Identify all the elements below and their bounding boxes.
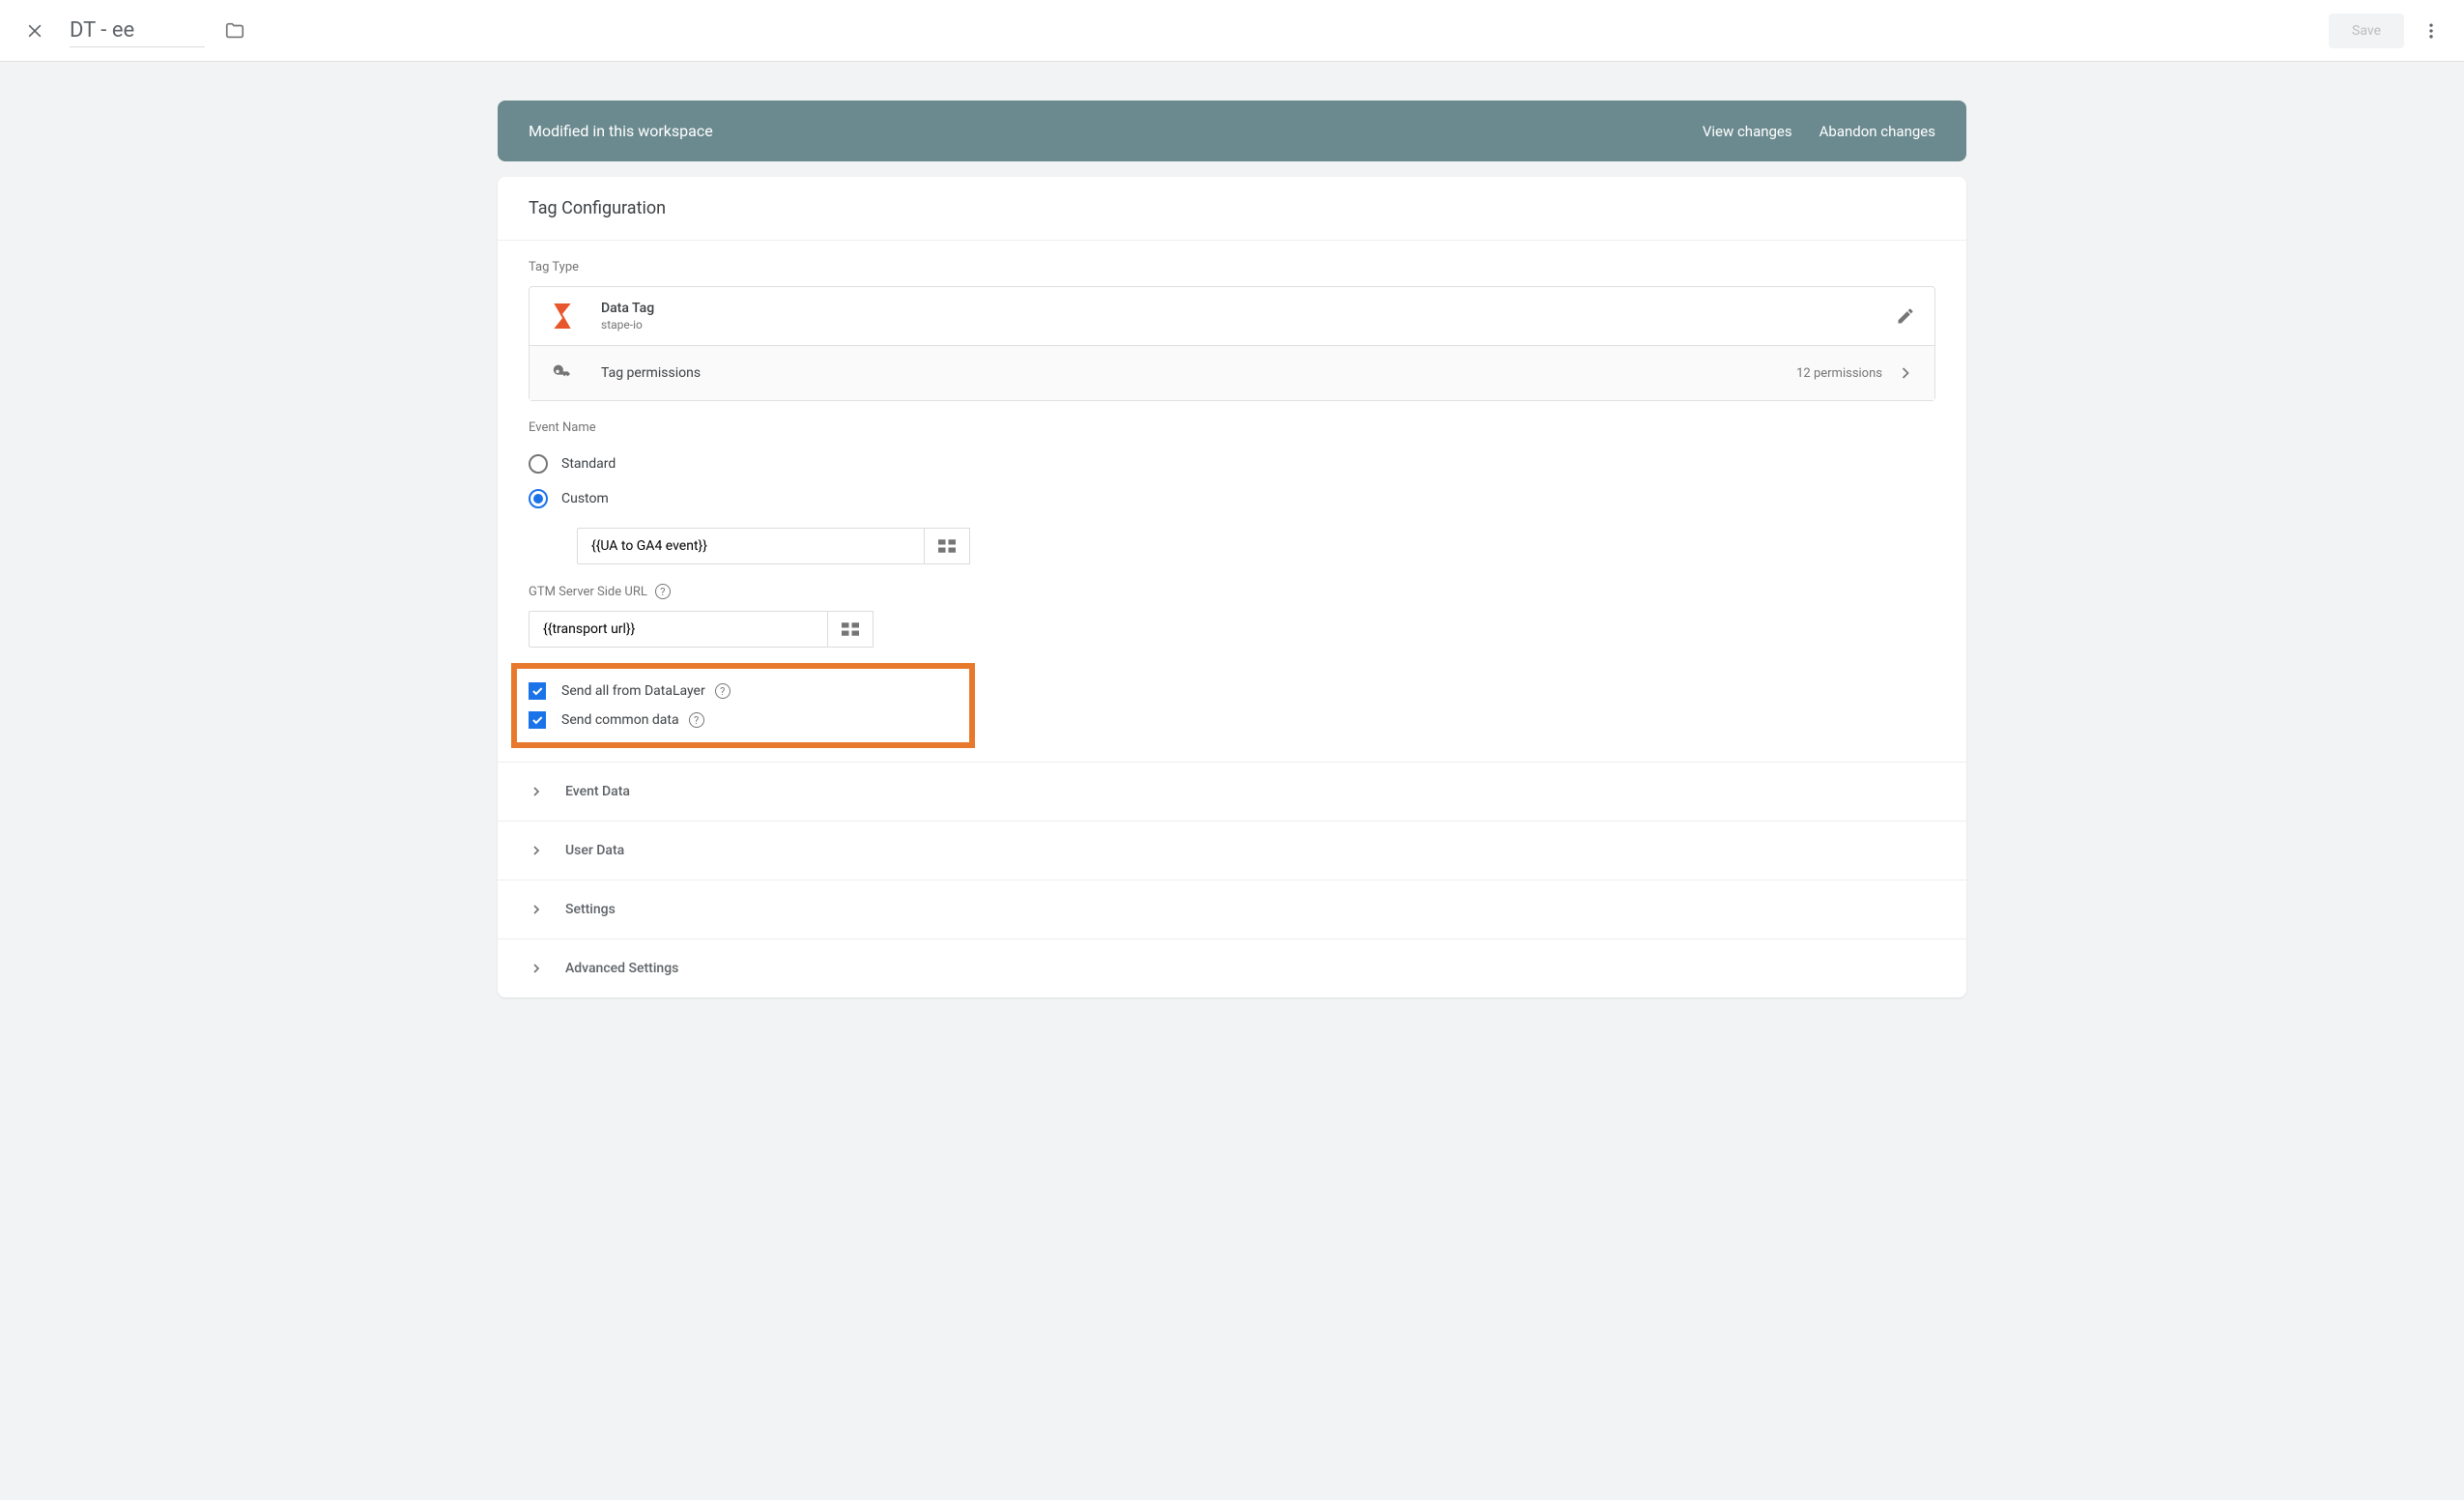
expand-label: Event Data [565, 784, 630, 799]
expand-label: Settings [565, 902, 616, 917]
expand-label: User Data [565, 843, 624, 858]
expand-label: Advanced Settings [565, 961, 678, 976]
tag-permissions-row[interactable]: Tag permissions 12 permissions [530, 345, 1934, 400]
variable-picker-icon[interactable] [828, 611, 874, 648]
abandon-changes-link[interactable]: Abandon changes [1819, 123, 1935, 140]
checkbox-input[interactable] [529, 682, 546, 700]
tag-publisher: stape-io [601, 318, 654, 332]
checkbox-label: Send all from DataLayer [561, 683, 705, 699]
help-icon[interactable]: ? [689, 712, 704, 728]
permissions-count: 12 permissions [1796, 366, 1882, 381]
expand-advanced-settings[interactable]: Advanced Settings [498, 938, 1966, 997]
chevron-right-icon [529, 843, 544, 858]
permissions-label: Tag permissions [601, 365, 701, 381]
tag-name-input[interactable] [70, 14, 205, 47]
banner-message: Modified in this workspace [529, 122, 1676, 140]
variable-picker-icon[interactable] [925, 528, 970, 564]
save-button[interactable]: Save [2329, 14, 2404, 48]
checkbox-input[interactable] [529, 711, 546, 729]
custom-event-input[interactable] [577, 528, 925, 564]
app-header: Save [0, 0, 2464, 62]
chevron-right-icon [529, 784, 544, 799]
radio-custom-input[interactable] [529, 489, 548, 508]
radio-standard-label: Standard [561, 456, 616, 472]
checkbox-send-common-data[interactable]: Send common data ? [529, 706, 958, 735]
data-tag-icon [549, 303, 576, 330]
highlighted-checkbox-section: Send all from DataLayer ? Send common da… [511, 663, 975, 748]
radio-custom[interactable]: Custom [529, 481, 1935, 516]
tag-type-box: Data Tag stape-io Tag permissions [529, 286, 1935, 401]
server-url-label: GTM Server Side URL [529, 585, 647, 599]
expand-user-data[interactable]: User Data [498, 821, 1966, 880]
tag-type-label: Tag Type [529, 260, 1935, 274]
chevron-right-icon [1896, 363, 1915, 383]
tag-config-card: Tag Configuration Tag Type Data Tag stap… [498, 177, 1966, 997]
expand-event-data[interactable]: Event Data [498, 762, 1966, 821]
checkbox-label: Send common data [561, 712, 679, 728]
more-vert-icon[interactable] [2421, 21, 2441, 41]
radio-standard[interactable]: Standard [529, 447, 1935, 481]
expand-settings[interactable]: Settings [498, 880, 1966, 938]
help-icon[interactable]: ? [655, 584, 671, 599]
event-name-label: Event Name [529, 420, 1935, 435]
radio-standard-input[interactable] [529, 454, 548, 474]
close-icon[interactable] [23, 19, 46, 43]
chevron-right-icon [529, 902, 544, 917]
tag-type-row[interactable]: Data Tag stape-io [530, 287, 1934, 345]
view-changes-link[interactable]: View changes [1703, 123, 1792, 140]
server-url-input[interactable] [529, 611, 828, 648]
key-icon [549, 360, 576, 387]
card-title: Tag Configuration [498, 177, 1966, 241]
edit-icon[interactable] [1896, 306, 1915, 326]
help-icon[interactable]: ? [715, 683, 731, 699]
chevron-right-icon [529, 961, 544, 976]
radio-custom-label: Custom [561, 491, 609, 506]
folder-icon[interactable] [224, 20, 245, 42]
workspace-modified-banner: Modified in this workspace View changes … [498, 101, 1966, 161]
checkbox-send-all-datalayer[interactable]: Send all from DataLayer ? [529, 677, 958, 706]
tag-name: Data Tag [601, 301, 654, 316]
